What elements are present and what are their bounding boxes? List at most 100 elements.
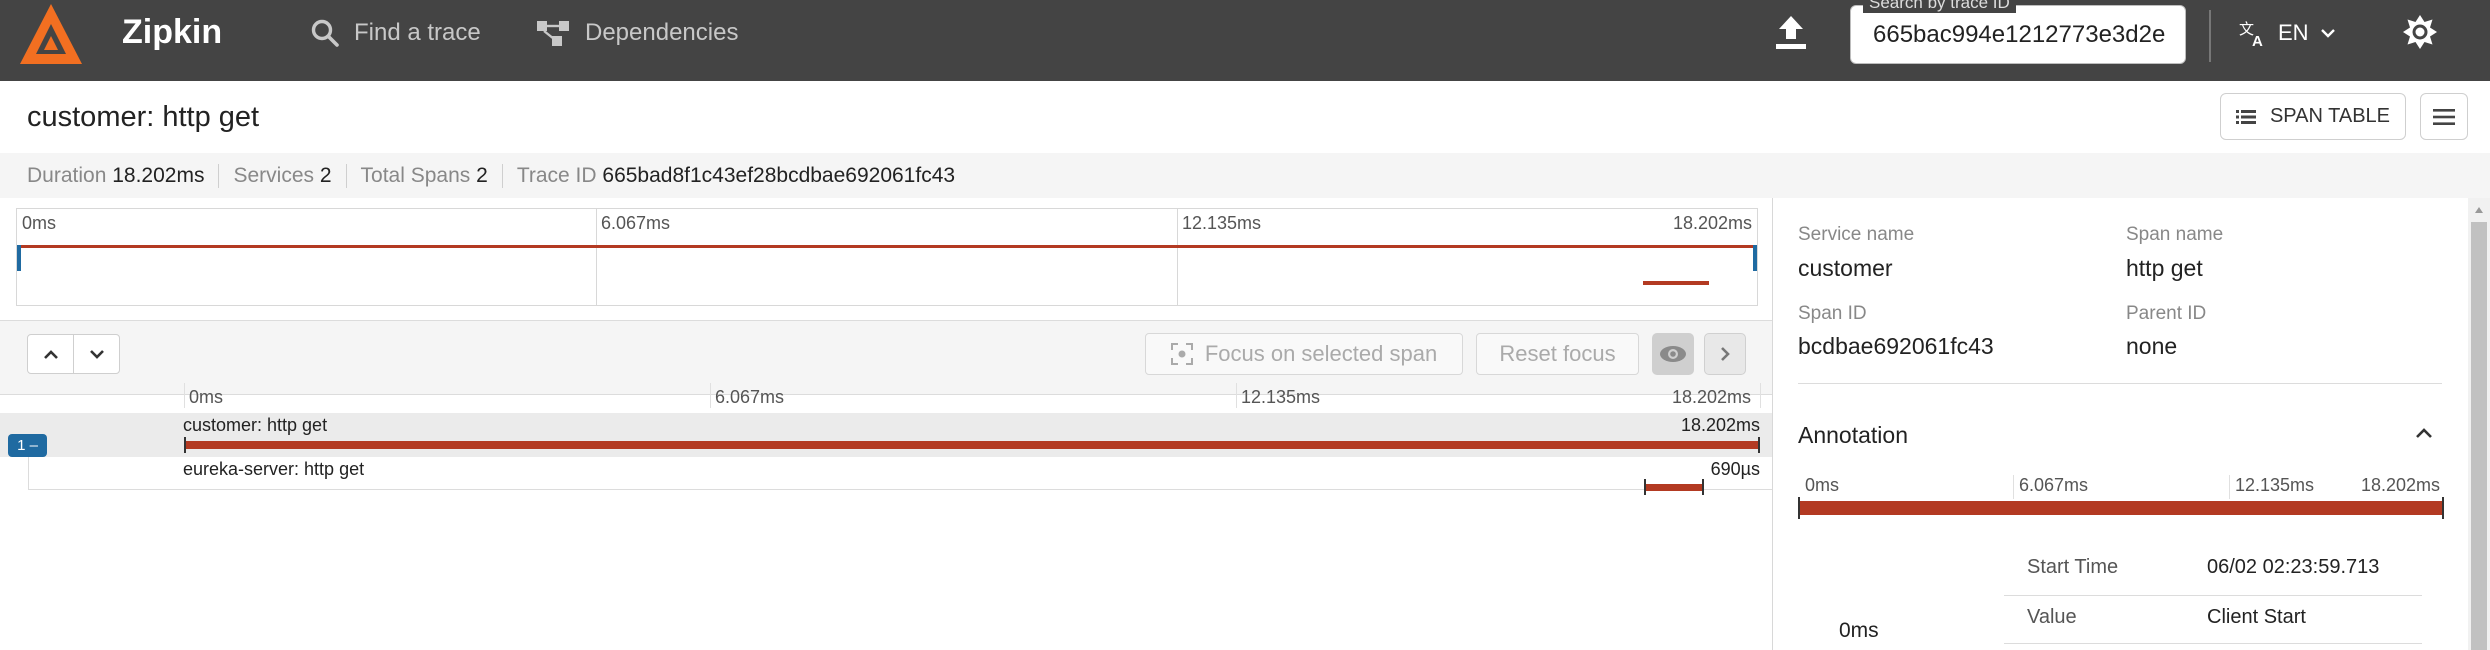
span-bar-end-tick (1702, 479, 1705, 495)
timeline-tick: 0ms (189, 387, 224, 407)
menu-button[interactable] (2420, 93, 2468, 140)
trace-id-search-field[interactable]: Search by trace ID (1850, 0, 2186, 64)
timeline-gridline (1760, 383, 1761, 408)
chevron-up-icon[interactable] (2414, 426, 2434, 440)
annotation-value: Client Start (2207, 606, 2306, 628)
span-duration: 690µs (1710, 459, 1760, 479)
nav-dependencies[interactable]: Dependencies (535, 18, 738, 48)
annotation-timeline: 0ms 6.067ms 12.135ms 18.202ms (1798, 475, 2444, 519)
annotation-tick: 6.067ms (2019, 475, 2089, 495)
service-name-value: customer (1798, 255, 1893, 281)
span-row[interactable]: eureka-server: http get 690µs (28, 457, 1772, 490)
timeline-gridline (710, 383, 711, 408)
minimap-gridline (1177, 209, 1178, 305)
span-bar-start-tick (184, 437, 186, 453)
total-spans-key: Total Spans (360, 163, 471, 187)
minimap-child-span-bar (1643, 281, 1709, 285)
annotation-tick: 0ms (1805, 475, 1840, 495)
annotation-tick: 18.202ms (2360, 475, 2440, 495)
minimap-tick: 12.135ms (1182, 213, 1262, 233)
trace-id-search-legend: Search by trace ID (1863, 0, 2016, 13)
annotation-key: Start Time (2027, 556, 2119, 578)
scrollbar-thumb[interactable] (2471, 222, 2487, 650)
trace-id-search-input[interactable] (1871, 20, 2175, 50)
app-name[interactable]: Zipkin (122, 13, 222, 52)
duration-value: 18.202ms (112, 163, 205, 187)
duration-item: Duration 18.202ms (13, 163, 220, 188)
theme-toggle-icon[interactable] (2402, 14, 2438, 50)
trace-id-value: 665bad8f1c43ef28bcdbae692061fc43 (602, 163, 956, 187)
span-table-button[interactable]: SPAN TABLE (2220, 93, 2406, 140)
span-id-value: bcdbae692061fc43 (1798, 333, 1994, 359)
minimap-tick: 0ms (22, 213, 57, 233)
annotation-tick: 12.135ms (2235, 475, 2315, 495)
services-value: 2 (319, 163, 332, 187)
annotation-title: Annotation (1798, 422, 1908, 448)
minimap-span-bar (17, 245, 1757, 248)
minimap-left-handle[interactable] (17, 245, 21, 271)
span-duration: 18.202ms (1680, 415, 1760, 435)
zipkin-logo[interactable] (18, 2, 84, 68)
annotation-value: 06/02 02:23:59.713 (2207, 556, 2380, 578)
reset-focus-label: Reset focus (1499, 341, 1616, 366)
chevron-right-icon (1721, 347, 1730, 361)
annotation-key: Value (2027, 606, 2077, 628)
reset-focus-button[interactable]: Reset focus (1476, 333, 1639, 375)
timeline-gridline (184, 383, 185, 408)
minimap-tick: 18.202ms (1672, 213, 1752, 233)
chevron-down-icon (89, 350, 104, 359)
services-item: Services 2 (219, 163, 347, 188)
language-selector[interactable]: 文 A EN (2238, 18, 2337, 48)
trace-timeline-pane: 0ms 6.067ms 12.135ms 18.202ms Focus on s… (0, 198, 1772, 650)
detail-divider (1798, 383, 2442, 384)
list-icon (2235, 109, 2256, 124)
annotation-gridline (2229, 475, 2230, 499)
minimap-right-handle[interactable] (1753, 245, 1757, 271)
upload-icon[interactable] (1773, 14, 1809, 52)
translate-icon: 文 A (2239, 21, 2263, 48)
expand-down-button[interactable] (74, 335, 119, 373)
focus-selected-span-button[interactable]: Focus on selected span (1145, 333, 1463, 375)
total-spans-item: Total Spans 2 (347, 163, 503, 188)
timeline-tick: 6.067ms (715, 387, 785, 407)
detail-scrollbar[interactable] (2468, 198, 2490, 650)
annotation-bar (1798, 501, 2444, 515)
svg-text:A: A (2252, 33, 2263, 48)
parent-id-value: none (2126, 333, 2178, 359)
minimap-tick: 6.067ms (601, 213, 671, 233)
parent-id-label: Parent ID (2126, 303, 2207, 324)
span-row-selected[interactable]: 1 – customer: http get 18.202ms (0, 413, 1772, 457)
span-bar-start-tick (1644, 479, 1647, 495)
nav-find-trace[interactable]: Find a trace (310, 18, 481, 48)
chevron-down-icon (2320, 29, 2335, 38)
collapse-up-button[interactable] (28, 335, 74, 373)
trace-minimap[interactable]: 0ms 6.067ms 12.135ms 18.202ms (16, 208, 1758, 306)
annotation-row: Start Time 06/02 02:23:59.713 (2004, 548, 2422, 596)
annotation-header[interactable]: Annotation (1798, 422, 2442, 452)
eye-icon (1660, 346, 1686, 362)
language-label: EN (2278, 20, 2309, 45)
expand-collapse-group (27, 334, 120, 374)
minimap-gridline (596, 209, 597, 305)
timeline-divider (0, 394, 1772, 395)
annotation-table: Start Time 06/02 02:23:59.713 Value Clie… (2004, 548, 2422, 644)
span-label: customer: http get (183, 415, 328, 435)
span-bar-end-tick (1758, 437, 1760, 453)
span-bar (184, 441, 1760, 449)
scroll-up-arrow-icon[interactable] (2474, 206, 2484, 214)
top-app-bar: Zipkin Find a trace Dependencies Search … (0, 0, 2490, 81)
service-name-label: Service name (1798, 224, 1915, 245)
trace-id-item: Trace ID 665bad8f1c43ef28bcdbae692061fc4… (503, 164, 969, 188)
chevron-up-icon (43, 350, 58, 359)
trace-id-key: Trace ID (516, 163, 597, 187)
span-detail-pane: Service name customer Span name http get… (1772, 198, 2490, 650)
span-depth-badge[interactable]: 1 – (8, 434, 47, 457)
timeline-tick: 12.135ms (1241, 387, 1321, 407)
open-detail-button[interactable] (1704, 333, 1746, 375)
total-spans-value: 2 (476, 163, 488, 187)
span-label: eureka-server: http get (183, 459, 365, 479)
toggle-visibility-button[interactable] (1652, 333, 1694, 375)
dependencies-icon (537, 21, 569, 46)
duration-key: Duration (27, 163, 107, 187)
trace-summary: Duration 18.202ms Services 2 Total Spans… (0, 153, 2490, 199)
